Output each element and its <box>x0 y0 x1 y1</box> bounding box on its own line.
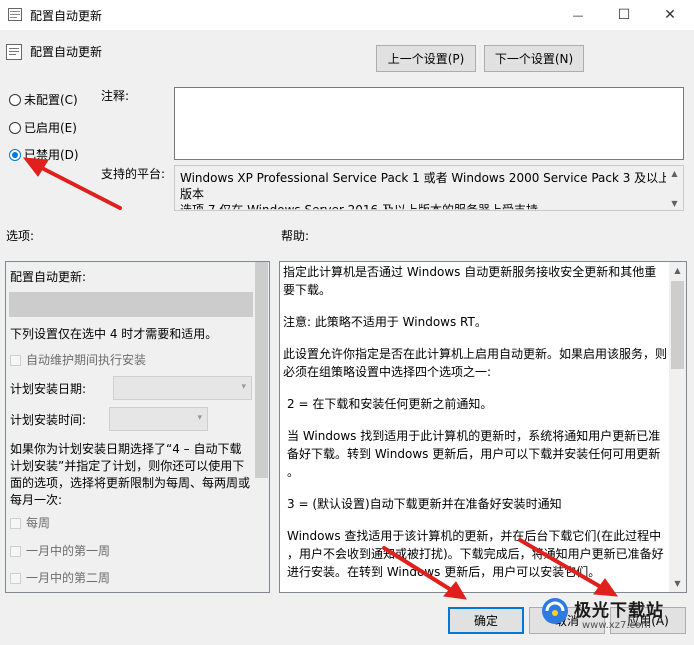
apply-note: 下列设置仅在选中 4 时才需要和适用。 <box>10 327 218 341</box>
help-line: 2 = 在下载和安装任何更新之前通知。 <box>287 397 493 411</box>
ok-button[interactable]: 确定 <box>448 607 524 634</box>
window-title: 配置自动更新 <box>30 9 103 23</box>
scroll-thumb[interactable] <box>255 262 268 478</box>
checkbox-label: 一月中的第二周 <box>26 571 111 585</box>
supported-line: 选项 7 仅在 Windows Server 2016 及以上版本的服务器上受支… <box>180 203 538 211</box>
schedule-line: 每月一次: <box>10 493 63 507</box>
second-week-checkbox[interactable]: 一月中的第二周 <box>10 569 110 586</box>
supported-line: 版本 <box>180 187 205 201</box>
maximize-icon: ☐ <box>617 7 631 23</box>
configure-updates-dropdown[interactable] <box>9 292 253 317</box>
help-line: 。 <box>287 465 300 479</box>
comment-label: 注释: <box>101 89 130 103</box>
minimize-button[interactable]: — <box>555 0 601 30</box>
scroll-thumb[interactable] <box>671 281 684 369</box>
cancel-button[interactable]: 取消 <box>529 607 605 634</box>
schedule-time-dropdown[interactable]: ▾ <box>109 407 208 431</box>
help-line: 当 Windows 找到适用于此计算机的更新时，系统将通知用户更新已准 <box>287 429 661 443</box>
options-label: 选项: <box>6 229 35 243</box>
scroll-up-icon[interactable]: ▲ <box>669 262 686 279</box>
checkbox-indicator[interactable] <box>10 573 21 584</box>
scroll-down-icon[interactable]: ▼ <box>669 575 686 592</box>
policy-name: 配置自动更新 <box>30 45 103 59</box>
chevron-down-icon: ▾ <box>241 382 246 392</box>
help-label: 帮助: <box>281 229 310 243</box>
schedule-line: 如果你为计划安装日期选择了“4 – 自动下载 <box>10 442 242 456</box>
radio-disabled[interactable]: 已禁用(D) <box>9 146 79 163</box>
first-week-checkbox[interactable]: 一月中的第一周 <box>10 542 110 559</box>
radio-indicator[interactable] <box>9 148 21 161</box>
checkbox-indicator[interactable] <box>10 518 21 529</box>
maintenance-checkbox[interactable]: 自动维护期间执行安装 <box>10 351 146 368</box>
supported-on-label: 支持的平台: <box>101 167 166 181</box>
radio-not-configured[interactable]: 未配置(C) <box>9 91 78 108</box>
schedule-day-dropdown[interactable]: ▾ <box>113 376 252 400</box>
radio-label: 已禁用(D) <box>24 148 79 162</box>
help-line: Windows 查找适用于该计算机的更新，并在后台下载它们(在此过程中 <box>287 529 662 543</box>
help-line: 必须在组策略设置中选择四个选项之一: <box>283 365 492 379</box>
radio-enabled[interactable]: 已启用(E) <box>9 119 77 136</box>
apply-button[interactable]: 应用(A) <box>610 607 686 634</box>
help-line: 注意: 此策略不适用于 Windows RT。 <box>283 315 487 329</box>
supported-line: Windows XP Professional Service Pack 1 或… <box>180 171 671 185</box>
minimize-icon: — <box>572 8 584 22</box>
help-line: 此设置允许你指定是否在此计算机上启用自动更新。如果启用该服务，则 <box>283 347 668 361</box>
options-scrollbar[interactable] <box>253 262 269 592</box>
help-text: 指定此计算机是否通过 Windows 自动更新服务接收安全更新和其他重 要下载。 … <box>283 263 668 592</box>
schedule-time-label: 计划安装时间: <box>10 413 87 427</box>
radio-indicator[interactable] <box>9 93 21 106</box>
help-line: 指定此计算机是否通过 Windows 自动更新服务接收安全更新和其他重 <box>283 265 657 279</box>
maximize-button[interactable]: ☐ <box>601 0 647 30</box>
scroll-up-icon[interactable]: ▲ <box>666 166 683 180</box>
schedule-line: 面的选项，选择将更新限制为每周、每两周或 <box>10 476 251 490</box>
next-setting-button[interactable]: 下一个设置(N) <box>484 45 584 72</box>
help-panel: 指定此计算机是否通过 Windows 自动更新服务接收安全更新和其他重 要下载。 … <box>279 261 687 593</box>
help-line: 要下载。 <box>283 283 332 297</box>
radio-label: 未配置(C) <box>24 93 78 107</box>
help-line: 进行安装。在转到 Windows 更新后，用户可以安装它们。 <box>287 565 601 579</box>
checkbox-label: 自动维护期间执行安装 <box>26 353 147 367</box>
radio-indicator[interactable] <box>9 121 21 134</box>
supported-on-box: Windows XP Professional Service Pack 1 或… <box>174 165 684 211</box>
close-icon: ✕ <box>664 7 676 23</box>
policy-icon <box>6 44 22 60</box>
help-line: 备好下载。转到 Windows 更新后，用户可以下载并安装任何可用更新 <box>287 447 661 461</box>
scroll-down-icon[interactable]: ▼ <box>666 196 683 210</box>
checkbox-indicator[interactable] <box>10 355 21 366</box>
close-button[interactable]: ✕ <box>647 0 693 30</box>
previous-setting-button[interactable]: 上一个设置(P) <box>376 45 476 72</box>
radio-label: 已启用(E) <box>24 121 77 135</box>
schedule-day-label: 计划安装日期: <box>10 382 87 396</box>
policy-app-icon <box>8 8 22 21</box>
schedule-description: 如果你为计划安装日期选择了“4 – 自动下载 计划安装”并指定了计划，则你还可以… <box>10 441 250 509</box>
checkbox-indicator[interactable] <box>10 546 21 557</box>
checkbox-label: 一月中的第一周 <box>26 544 111 558</box>
title-bar: 配置自动更新 — ☐ ✕ <box>0 0 694 30</box>
configure-updates-label: 配置自动更新: <box>10 270 87 284</box>
chevron-down-icon: ▾ <box>197 413 202 423</box>
supported-scrollbar[interactable]: ▲ ▼ <box>666 166 683 210</box>
help-scrollbar[interactable]: ▲ ▼ <box>669 262 686 592</box>
weekly-checkbox[interactable]: 每周 <box>10 514 50 531</box>
help-line: 3 = (默认设置)自动下载更新并在准备好安装时通知 <box>287 497 562 511</box>
schedule-line: 计划安装”并指定了计划，则你还可以使用下 <box>10 459 245 473</box>
comment-textarea[interactable] <box>174 87 684 160</box>
options-panel: 配置自动更新: 下列设置仅在选中 4 时才需要和适用。 自动维护期间执行安装 计… <box>5 261 270 593</box>
help-line: ，用户不会收到通知或被打扰)。下载完成后，将通知用户更新已准备好 <box>287 547 664 561</box>
checkbox-label: 每周 <box>26 516 51 530</box>
